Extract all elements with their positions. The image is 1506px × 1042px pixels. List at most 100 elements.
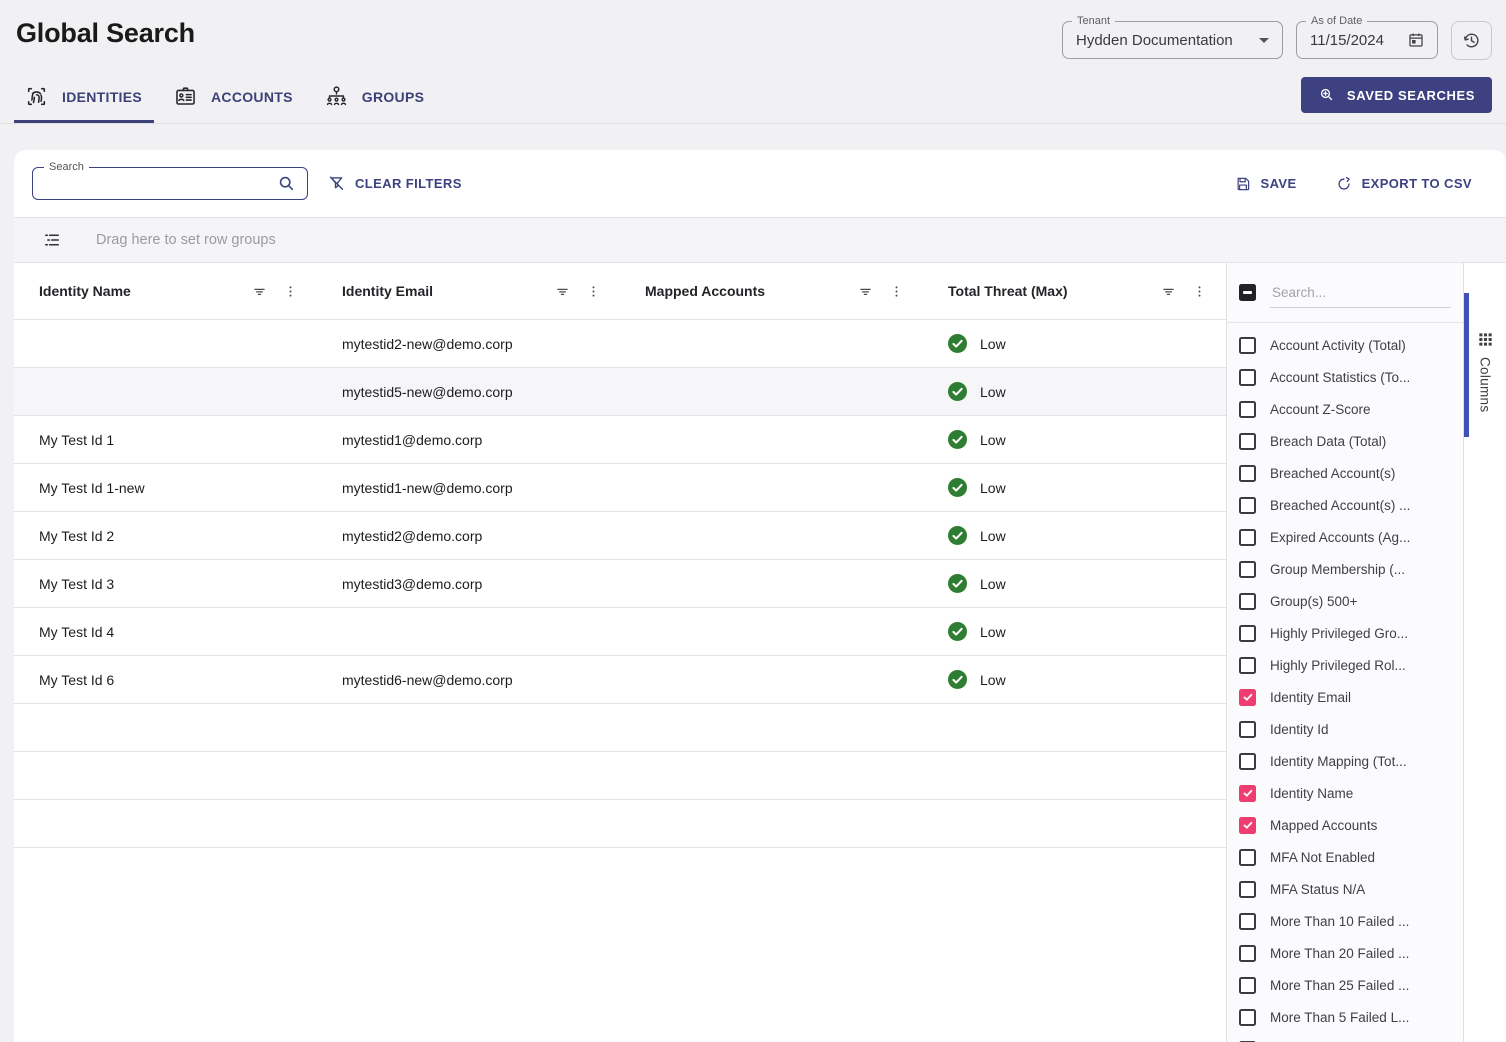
kebab-menu-icon[interactable]: [282, 283, 299, 300]
filter-icon[interactable]: [251, 283, 268, 300]
cell-total-threat: Low: [923, 608, 1226, 655]
column-item-label: More Than 20 Failed ...: [1270, 946, 1409, 961]
column-list-item[interactable]: Breached Account(s) ...: [1227, 489, 1463, 521]
cell-mapped-accounts: [620, 368, 923, 415]
history-button[interactable]: [1451, 21, 1492, 60]
column-checkbox[interactable]: [1239, 881, 1256, 898]
cell-total-threat: Low: [923, 560, 1226, 607]
column-list-item[interactable]: Highly Privileged Rol...: [1227, 649, 1463, 681]
clear-filters-button[interactable]: CLEAR FILTERS: [327, 174, 462, 193]
column-list-item[interactable]: MFA Not Enabled: [1227, 841, 1463, 873]
table-row[interactable]: mytestid5-new@demo.corp Low: [14, 368, 1226, 416]
column-checkbox[interactable]: [1239, 561, 1256, 578]
column-list-item[interactable]: Group Membership (...: [1227, 553, 1463, 585]
column-list-item[interactable]: Breached Account(s): [1227, 457, 1463, 489]
cell-identity-name: [14, 368, 317, 415]
column-checkbox[interactable]: [1239, 465, 1256, 482]
column-list-item[interactable]: Identity Id: [1227, 713, 1463, 745]
table-row[interactable]: mytestid2-new@demo.corp Low: [14, 320, 1226, 368]
column-list-item[interactable]: Account Activity (Total): [1227, 329, 1463, 361]
row-group-panel[interactable]: Drag here to set row groups: [14, 217, 1506, 263]
column-checkbox[interactable]: [1239, 625, 1256, 642]
column-checkbox[interactable]: [1239, 849, 1256, 866]
tab-accounts[interactable]: ACCOUNTS: [163, 75, 305, 123]
calendar-button[interactable]: [1406, 30, 1426, 50]
table-row[interactable]: My Test Id 4 Low: [14, 608, 1226, 656]
grid-columns-icon: [1477, 331, 1494, 348]
column-list-item[interactable]: More Than 5 Failed L...: [1227, 1001, 1463, 1033]
column-checkbox[interactable]: [1239, 785, 1256, 802]
column-checkbox[interactable]: [1239, 913, 1256, 930]
table-row[interactable]: My Test Id 2 mytestid2@demo.corp Low: [14, 512, 1226, 560]
saved-searches-button[interactable]: SAVED SEARCHES: [1301, 77, 1492, 113]
grid-search-field[interactable]: Search: [32, 167, 308, 200]
cell-mapped-accounts: [620, 608, 923, 655]
threat-label: Low: [980, 384, 1006, 400]
column-list-item[interactable]: More Than 20 Failed ...: [1227, 937, 1463, 969]
tab-groups[interactable]: GROUPS: [314, 75, 436, 123]
column-list-item[interactable]: More Than 25 Failed ...: [1227, 969, 1463, 1001]
column-list-item[interactable]: Highly Privileged Gro...: [1227, 617, 1463, 649]
column-item-label: More Than 25 Failed ...: [1270, 978, 1409, 993]
kebab-menu-icon[interactable]: [1191, 283, 1208, 300]
column-checkbox[interactable]: [1239, 593, 1256, 610]
column-list-item[interactable]: Group(s) 500+: [1227, 585, 1463, 617]
column-list-item[interactable]: Identity Mapping (Tot...: [1227, 745, 1463, 777]
save-icon: [1234, 175, 1252, 193]
column-list-item[interactable]: [1227, 1033, 1463, 1042]
column-checkbox[interactable]: [1239, 497, 1256, 514]
column-checkbox[interactable]: [1239, 945, 1256, 962]
filter-icon[interactable]: [1160, 283, 1177, 300]
column-header[interactable]: Identity Email: [317, 263, 620, 319]
tenant-select[interactable]: Tenant Hydden Documentation: [1062, 21, 1283, 59]
column-list-item[interactable]: Identity Email: [1227, 681, 1463, 713]
column-list-item[interactable]: Expired Accounts (Ag...: [1227, 521, 1463, 553]
columns-tab-button[interactable]: Columns: [1477, 331, 1494, 412]
kebab-menu-icon[interactable]: [888, 283, 905, 300]
save-button[interactable]: SAVE: [1234, 175, 1297, 193]
tab-identities[interactable]: IDENTITIES: [14, 75, 154, 123]
column-checkbox[interactable]: [1239, 337, 1256, 354]
cell-identity-name: My Test Id 1: [14, 416, 317, 463]
column-checkbox[interactable]: [1239, 529, 1256, 546]
column-item-label: Identity Id: [1270, 722, 1329, 737]
kebab-menu-icon[interactable]: [585, 283, 602, 300]
filter-off-icon: [327, 174, 346, 193]
filter-icon[interactable]: [857, 283, 874, 300]
column-checkbox[interactable]: [1239, 753, 1256, 770]
column-checkbox[interactable]: [1239, 689, 1256, 706]
column-list-item[interactable]: Mapped Accounts: [1227, 809, 1463, 841]
grid-search-input[interactable]: [45, 175, 276, 193]
column-list-item[interactable]: Breach Data (Total): [1227, 425, 1463, 457]
table-row[interactable]: My Test Id 6 mytestid6-new@demo.corp Low: [14, 656, 1226, 704]
as-of-date-input[interactable]: [1310, 32, 1396, 49]
column-checkbox[interactable]: [1239, 817, 1256, 834]
column-checkbox[interactable]: [1239, 401, 1256, 418]
filter-icon[interactable]: [554, 283, 571, 300]
column-header[interactable]: Identity Name: [14, 263, 317, 319]
as-of-date-field[interactable]: As of Date: [1296, 21, 1438, 59]
column-header[interactable]: Total Threat (Max): [923, 263, 1226, 319]
clear-filters-label: CLEAR FILTERS: [355, 176, 462, 191]
table-row[interactable]: My Test Id 1-new mytestid1-new@demo.corp…: [14, 464, 1226, 512]
export-to-csv-button[interactable]: EXPORT TO CSV: [1335, 175, 1472, 193]
column-list-item[interactable]: More Than 10 Failed ...: [1227, 905, 1463, 937]
threat-label: Low: [980, 624, 1006, 640]
column-checkbox[interactable]: [1239, 657, 1256, 674]
column-list-item[interactable]: Identity Name: [1227, 777, 1463, 809]
select-all-columns-checkbox[interactable]: [1239, 284, 1256, 301]
table-row[interactable]: My Test Id 1 mytestid1@demo.corp Low: [14, 416, 1226, 464]
column-list-item[interactable]: MFA Status N/A: [1227, 873, 1463, 905]
column-list-item[interactable]: Account Statistics (To...: [1227, 361, 1463, 393]
column-list-item[interactable]: Account Z-Score: [1227, 393, 1463, 425]
chevron-down-icon: [1259, 38, 1269, 43]
table-row[interactable]: My Test Id 3 mytestid3@demo.corp Low: [14, 560, 1226, 608]
column-checkbox[interactable]: [1239, 721, 1256, 738]
panel-scrollbar-thumb[interactable]: [1464, 293, 1469, 437]
column-checkbox[interactable]: [1239, 369, 1256, 386]
columns-search-input[interactable]: [1270, 278, 1451, 308]
column-checkbox[interactable]: [1239, 433, 1256, 450]
column-checkbox[interactable]: [1239, 1009, 1256, 1026]
column-header[interactable]: Mapped Accounts: [620, 263, 923, 319]
column-checkbox[interactable]: [1239, 977, 1256, 994]
